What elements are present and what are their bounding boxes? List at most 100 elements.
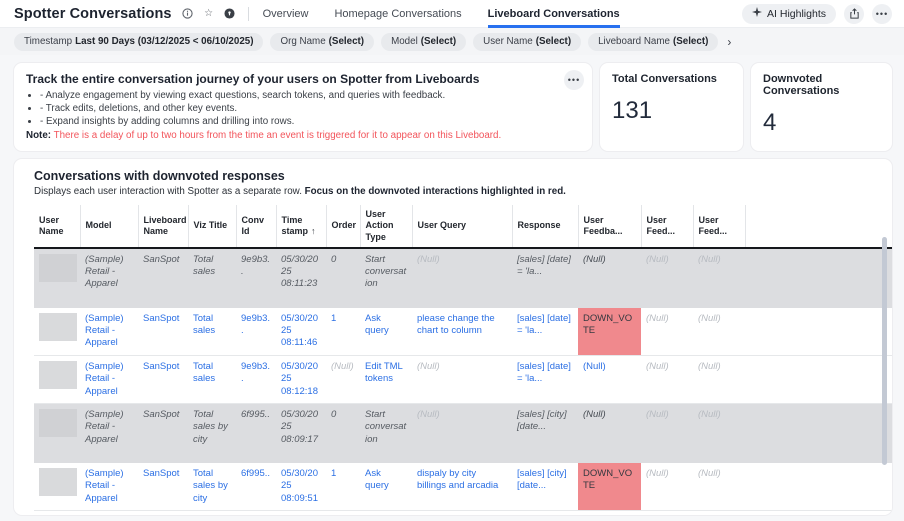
cell[interactable]: Total sales [188,308,236,356]
cell[interactable]: (Null) [641,403,693,463]
cell[interactable]: SanSpot [138,248,188,308]
star-icon[interactable]: ☆ [203,8,215,20]
cell[interactable]: (Null) [693,355,745,403]
cell[interactable]: (Null) [412,510,512,515]
cell[interactable]: Start conversation [360,248,412,308]
cell[interactable]: Total sales by city [188,510,236,515]
cell[interactable]: [sales] [date] = 'la... [512,355,578,403]
cell[interactable]: [sales] [date] = 'la... [512,308,578,356]
column-header-user-feedba-[interactable]: User Feedba... [578,205,641,248]
cell[interactable]: (Null) [578,355,641,403]
cell[interactable]: [sales] [city] [date... [512,403,578,463]
table-row[interactable]: (Sample) Retail - ApparelSanSpotTotal sa… [34,510,892,515]
cell[interactable]: (Null) [412,355,512,403]
cell[interactable]: 05/30/2025 08:11:46 [276,308,326,356]
cell[interactable]: 6f995.. [236,510,276,515]
column-header-user-feed-[interactable]: User Feed... [641,205,693,248]
cell[interactable]: 05/30/2025 08:11:23 [276,248,326,308]
table-row[interactable]: (Sample) Retail - ApparelSanSpotTotal sa… [34,308,892,356]
cell[interactable]: (Null) [578,248,641,308]
cell[interactable]: 9e9b3.. [236,355,276,403]
column-header-order[interactable]: Order [326,205,360,248]
cell[interactable]: (Null) [693,463,745,511]
cell[interactable]: (Null) [693,308,745,356]
cell[interactable]: Edit TML tokens [360,510,412,515]
cell[interactable]: SanSpot [138,510,188,515]
cell[interactable]: DOWN_VOTE [578,463,641,511]
cell[interactable]: (Sample) Retail - Apparel [80,463,138,511]
cell[interactable]: Start conversation [360,403,412,463]
filter-chip-timestamp[interactable]: TimestampLast 90 Days (03/12/2025 < 06/1… [14,33,263,51]
cell[interactable]: SanSpot [138,308,188,356]
share-button[interactable] [844,4,864,24]
cell[interactable]: (Null) [641,463,693,511]
cell[interactable]: please change the chart to column [412,308,512,356]
cell[interactable]: SanSpot [138,463,188,511]
table-row[interactable]: (Sample) Retail - ApparelSanSpotTotal sa… [34,248,892,308]
table-row[interactable]: (Sample) Retail - ApparelSanSpotTotal sa… [34,355,892,403]
cell[interactable]: (Null) [412,248,512,308]
cell[interactable]: (Null) [641,248,693,308]
cell[interactable]: 6f995.. [236,403,276,463]
column-header-liveboard-name[interactable]: Liveboard Name [138,205,188,248]
table-vertical-scrollbar[interactable] [882,237,887,465]
cell[interactable]: dispaly by city billings and arcadia [412,463,512,511]
cell[interactable]: (Null) [641,510,693,515]
filter-chip-org-name[interactable]: Org Name(Select) [270,33,374,51]
cell[interactable]: 6f995.. [236,463,276,511]
column-header-response[interactable]: Response [512,205,578,248]
cell[interactable]: 05/30/2025 08:10:21 [276,510,326,515]
cell[interactable]: SanSpot [138,403,188,463]
column-header-model[interactable]: Model [80,205,138,248]
column-header-conv-id[interactable]: Conv Id [236,205,276,248]
tab-overview[interactable]: Overview [263,0,309,28]
ai-highlights-button[interactable]: AI Highlights [742,4,836,24]
more-options-button[interactable]: ••• [872,4,892,24]
cell[interactable]: (Null) [693,510,745,515]
cell[interactable]: Ask query [360,308,412,356]
info-icon[interactable] [182,8,194,20]
chevron-right-icon[interactable]: › [727,35,731,49]
column-header-user-name[interactable]: User Name [34,205,80,248]
cell[interactable]: (Sample) Retail - Apparel [80,355,138,403]
cell[interactable]: (Sample) Retail - Apparel [80,308,138,356]
cell[interactable]: (Sample) Retail - Apparel [80,403,138,463]
cell[interactable]: (Null) [578,403,641,463]
cell[interactable]: 9e9b3.. [236,308,276,356]
filter-chip-liveboard-name[interactable]: Liveboard Name(Select) [588,33,718,51]
cell[interactable]: [sales] [city] [date... [512,463,578,511]
column-header-user-action-type[interactable]: User Action Type [360,205,412,248]
filter-chip-user-name[interactable]: User Name(Select) [473,33,581,51]
cell[interactable]: Edit TML tokens [360,355,412,403]
cell[interactable]: Ask query [360,463,412,511]
cell[interactable]: 9e9b3.. [236,248,276,308]
cell[interactable]: (Null) [326,510,360,515]
cell[interactable]: (Sample) Retail - Apparel [80,510,138,515]
cell[interactable]: Total sales [188,248,236,308]
cell[interactable]: Total sales by city [188,403,236,463]
cell[interactable]: DOWN_VOTE [578,308,641,356]
tab-homepage-conversations[interactable]: Homepage Conversations [334,0,461,28]
filter-chip-model[interactable]: Model(Select) [381,33,466,51]
cell[interactable]: 1 [326,308,360,356]
lock-badge-icon[interactable] [224,8,236,20]
table-row[interactable]: (Sample) Retail - ApparelSanSpotTotal sa… [34,403,892,463]
cell[interactable]: 05/30/2025 08:12:18 [276,355,326,403]
table-row[interactable]: (Sample) Retail - ApparelSanSpotTotal sa… [34,463,892,511]
cell[interactable]: (Null) [578,510,641,515]
cell[interactable]: 0 [326,248,360,308]
cell[interactable]: Total sales [188,355,236,403]
cell[interactable]: Total sales by city [188,463,236,511]
cell[interactable]: [sales] [date] = 'la... [512,248,578,308]
cell[interactable]: 05/30/2025 08:09:17 [276,403,326,463]
cell[interactable]: [sales] [city] [date... [512,510,578,515]
cell[interactable]: SanSpot [138,355,188,403]
card-more-options-button[interactable]: ••• [564,70,584,90]
column-header-viz-title[interactable]: Viz Title [188,205,236,248]
column-header-time-stamp[interactable]: Time stamp↑ [276,205,326,248]
cell[interactable]: 0 [326,403,360,463]
column-header-user-feed-[interactable]: User Feed... [693,205,745,248]
cell[interactable]: (Sample) Retail - Apparel [80,248,138,308]
column-header-user-query[interactable]: User Query [412,205,512,248]
cell[interactable]: (Null) [412,403,512,463]
